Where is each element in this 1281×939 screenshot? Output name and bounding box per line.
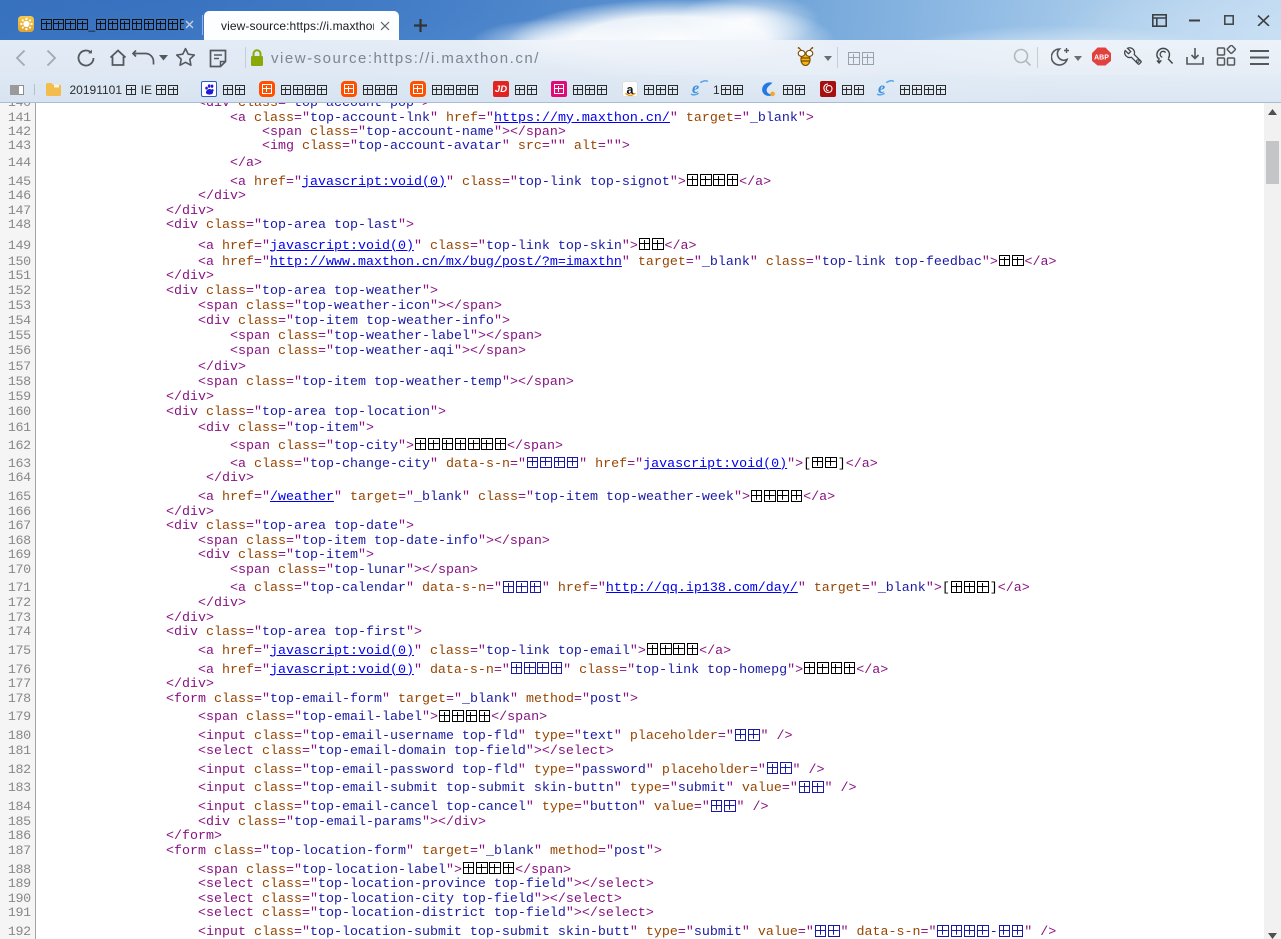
svg-text:ABP: ABP xyxy=(1094,55,1109,62)
